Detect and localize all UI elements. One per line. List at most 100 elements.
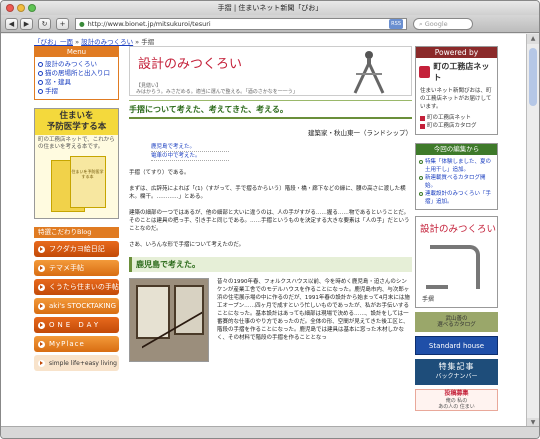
news-item[interactable]: 新連載質べるカタログ開始。 — [419, 174, 494, 190]
back-arrow-icon: ◀ — [8, 19, 15, 28]
compass-illustration — [353, 51, 385, 94]
close-window-button[interactable] — [6, 4, 14, 12]
arrow-icon — [38, 359, 45, 367]
arrow-icon — [38, 245, 45, 253]
url-text: http://www.bionet.jp/mitsukuroi/tesuri — [87, 19, 211, 28]
blog-link[interactable]: MyPlace — [34, 336, 119, 352]
menu-item[interactable]: 手摺 — [38, 87, 115, 96]
blog-header: 特選こだわりBlog — [34, 227, 119, 238]
blog-link[interactable]: くうたら住まいの手帖 — [34, 279, 119, 295]
blog-link[interactable]: simple life+easy living — [34, 355, 119, 371]
bullet-icon — [38, 71, 43, 76]
left-column: Menu 設計のみつくろい 猫の居場所と出入り口 窓・建具 手摺 住まいを 予防… — [34, 46, 119, 371]
address-bar[interactable]: ● http://www.bionet.jp/mitsukuroi/tesuri… — [75, 17, 407, 30]
promo-title: 住まいを 予防医学する本 — [35, 109, 118, 135]
backnumber-title: 特集記事 — [438, 362, 475, 371]
arrow-icon — [38, 283, 45, 291]
news-item[interactable]: 連載設計のみつくろい「手摺」追加。 — [419, 190, 494, 206]
blog-list: 特選こだわりBlog フクダカヨ絵日記 テマメ手帖 くうたら住まいの手帖 aki… — [34, 227, 119, 371]
paragraph: まずは、広辞苑によれば「(1)（すがって、手で摺るからいう）階段・橋・廊下などの… — [129, 186, 406, 200]
main-article: 設計のみつくろい 【見繕い】 みはからう。みさだめる。適当に選んで整える。「酒の… — [129, 46, 412, 428]
section-link[interactable]: 電車の中で考えた。 — [151, 152, 229, 161]
book-image: 住まいを予防医学する本 — [46, 156, 108, 214]
standard-house-banner[interactable]: Standard house — [415, 336, 498, 355]
logo-mark-icon — [419, 66, 431, 78]
arrow-icon — [38, 264, 45, 272]
submission-title: 投稿募集 — [444, 390, 469, 397]
paragraph: さあ、いろんな形で手摺について考えたのだ。 — [129, 242, 245, 248]
series-banner-small[interactable]: 設計のみつくろい 手摺 — [415, 216, 498, 308]
series-title-small: 設計のみつくろい — [420, 224, 497, 235]
bullet-icon — [419, 192, 423, 196]
minimize-window-button[interactable] — [17, 4, 25, 12]
network-logo[interactable]: 町の工務店ネット — [419, 61, 494, 83]
author-line: 建築家・秋山東一（ランドシップ） — [308, 129, 412, 137]
paragraph: 手摺（てすり）である。 — [129, 170, 190, 176]
browser-toolbar: ◀ ▶ ↻ + ● http://www.bionet.jp/mitsukuro… — [1, 15, 539, 33]
powered-by-box: Powered by 町の工務店ネット 住まいネット新聞びおは、町の工務店ネット… — [415, 46, 498, 135]
article-heading: 手摺について考えた、考えてきた、考える。 — [129, 100, 412, 119]
catalog-banner[interactable]: 武山善の 選べるカタログ — [415, 312, 498, 332]
paragraph: 昔々の1990年春、フォルクスハウス以前、今を時めく鹿児島・迫さんのシンケンが産… — [217, 279, 410, 341]
window-title: 手摺 | 住まいネット新聞「びお」 — [217, 4, 323, 12]
paragraph: 建築の細部の一つではあるが、他の細部と大いに違うのは、人の手がすがる……握る……… — [129, 210, 410, 232]
plus-icon: + — [59, 19, 66, 28]
series-title: 設計のみつくろい — [138, 57, 243, 72]
arrow-icon — [38, 340, 45, 348]
rss-badge[interactable]: RSS — [389, 18, 403, 29]
network-link[interactable]: 町の工務店ネット — [420, 114, 493, 122]
bullet-icon — [419, 160, 423, 164]
backnumber-banner[interactable]: 特集記事 バックナンバー — [415, 359, 498, 385]
search-placeholder: Google — [424, 19, 448, 28]
browser-window: 手摺 | 住まいネット新聞「びお」 ◀ ▶ ↻ + ● http://www.b… — [0, 0, 540, 439]
promo-book-banner[interactable]: 住まいを 予防医学する本 町の工務店ネットで、これからの住まいを考える本です。 … — [34, 108, 119, 219]
right-column: Powered by 町の工務店ネット 住まいネット新聞びおは、町の工務店ネット… — [415, 46, 498, 411]
search-field[interactable]: ⌕ Google — [413, 17, 473, 30]
arrow-icon — [38, 302, 45, 310]
breadcrumb-home[interactable]: 「びお」一面 — [34, 38, 73, 46]
zoom-window-button[interactable] — [28, 4, 36, 12]
submission-banner[interactable]: 投稿募集 俺の 私の あの人の 住まい — [415, 389, 498, 411]
vertical-scrollbar[interactable]: ▲ ▼ — [526, 34, 539, 428]
series-item-label: 手摺 — [422, 296, 435, 303]
forward-button[interactable]: ▶ — [20, 17, 33, 30]
subsection-heading: 鹿児島で考えた。 — [129, 257, 412, 272]
breadcrumb-current: 手摺 — [141, 38, 155, 46]
window-controls — [6, 4, 36, 12]
menu-item[interactable]: 窓・建具 — [38, 78, 115, 87]
scroll-up-icon[interactable]: ▲ — [527, 34, 539, 44]
submission-subtitle: 俺の 私の あの人の 住まい — [438, 398, 475, 410]
handrail-illustration — [430, 245, 480, 289]
promo-text: 町の工務店ネットで、これからの住まいを考える本です。 — [38, 137, 115, 150]
breadcrumb-section[interactable]: 設計のみつくろい — [81, 38, 133, 46]
forward-arrow-icon: ▶ — [23, 19, 30, 28]
menu-box: Menu 設計のみつくろい 猫の居場所と出入り口 窓・建具 手摺 — [34, 46, 119, 100]
series-banner: 設計のみつくろい 【見繕い】 みはからう。みさだめる。適当に選んで整える。「酒の… — [129, 46, 412, 96]
blog-link[interactable]: テマメ手帖 — [34, 260, 119, 276]
bookmark-add-button[interactable]: + — [56, 17, 69, 30]
blog-link[interactable]: フクダカヨ絵日記 — [34, 241, 119, 257]
blog-link[interactable]: aki's STOCKTAKING — [34, 298, 119, 314]
blog-link[interactable]: ONE DAY — [34, 317, 119, 333]
news-title: 今回の編集から — [416, 144, 497, 155]
scrollbar-thumb[interactable] — [529, 48, 537, 106]
section-link[interactable]: 鹿児島で考えた。 — [151, 143, 229, 152]
bullet-icon — [38, 62, 43, 67]
web-page: 「びお」一面 » 設計のみつくろい » 手摺 Menu 設計のみつくろい 猫の居… — [1, 34, 528, 428]
book-cover-title: 住まいを予防医学する本 — [71, 169, 104, 179]
section-links: 鹿児島で考えた。 電車の中で考えた。 — [151, 143, 412, 161]
globe-icon: ● — [79, 19, 85, 28]
menu-item[interactable]: 猫の居場所と出入り口 — [38, 69, 115, 78]
back-button[interactable]: ◀ — [5, 17, 18, 30]
bullet-icon — [419, 176, 423, 180]
bullet-icon — [38, 80, 43, 85]
status-bar — [1, 426, 539, 438]
menu-item[interactable]: 設計のみつくろい — [38, 60, 115, 69]
reload-button[interactable]: ↻ — [38, 17, 51, 30]
news-item[interactable]: 特集「体験しました、夏の土用干し」追加。 — [419, 158, 494, 174]
network-link[interactable]: 町の工務店カタログ — [420, 122, 493, 130]
staircase-photo — [129, 278, 209, 362]
photo-text-row: 昔々の1990年春、フォルクスハウス以前、今を時めく鹿児島・迫さんのシンケンが産… — [129, 278, 412, 362]
title-bar: 手摺 | 住まいネット新聞「びお」 — [1, 1, 539, 15]
reload-icon: ↻ — [41, 19, 48, 28]
